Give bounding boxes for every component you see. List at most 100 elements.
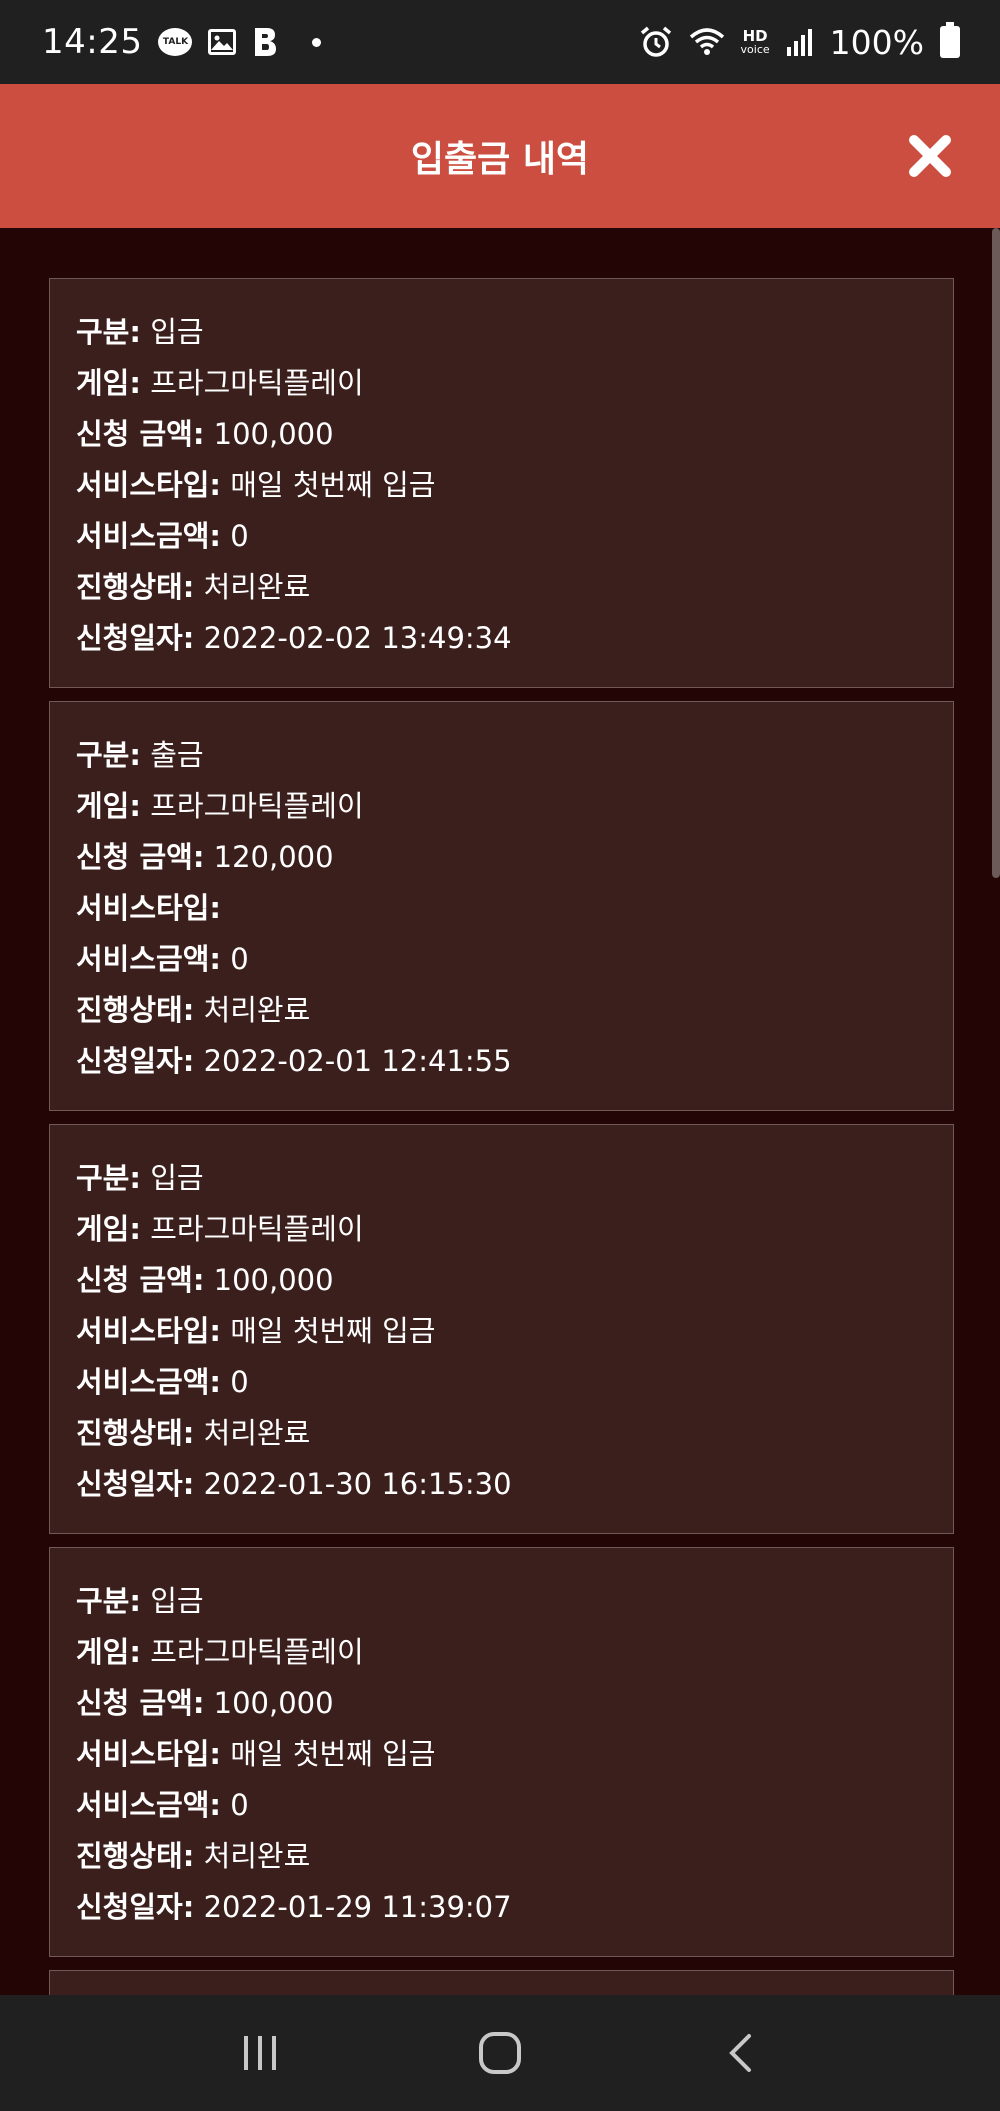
game-row: 게임: 프라그마틱플레이 — [76, 366, 364, 400]
type-label: 구분 — [76, 1584, 130, 1618]
date-row: 신청일자: 2022-02-01 12:41:55 — [76, 1044, 512, 1078]
service-type-row: 서비스타입: — [76, 891, 222, 925]
transaction-card: 구분: 출금 게임: 프라그마틱플레이 신청 금액: 120,000 서비스타입… — [49, 701, 954, 1111]
status-row: 진행상태: 처리완료 — [76, 1839, 311, 1873]
status-left: 14:25 TALK — [42, 22, 322, 62]
close-icon — [909, 135, 951, 177]
game-value: 프라그마틱플레이 — [150, 1212, 364, 1246]
date-label: 신청일자 — [76, 621, 183, 655]
transaction-list: 구분: 입금 게임: 프라그마틱플레이 신청 금액: 100,000 서비스타입… — [49, 278, 954, 2028]
notification-dot-icon — [312, 37, 322, 47]
date-row: 신청일자: 2022-02-02 13:49:34 — [76, 621, 512, 655]
service-type-value: 매일 첫번째 입금 — [230, 1314, 436, 1348]
recents-icon — [244, 2036, 276, 2070]
close-button[interactable] — [908, 134, 952, 178]
type-value: 출금 — [150, 738, 204, 772]
amount-label: 신청 금액 — [76, 840, 193, 874]
date-row: 신청일자: 2022-01-29 11:39:07 — [76, 1890, 512, 1924]
service-amount-value: 0 — [230, 519, 249, 553]
status-value: 처리완료 — [203, 993, 311, 1027]
home-icon — [479, 2032, 521, 2074]
wifi-icon — [689, 27, 725, 57]
service-amount-row: 서비스금액: 0 — [76, 1365, 249, 1399]
hd-voice-icon: HD voice — [740, 29, 770, 56]
status-label: 진행상태 — [76, 1416, 183, 1450]
service-type-row: 서비스타입: 매일 첫번째 입금 — [76, 468, 436, 502]
service-type-label: 서비스타입 — [76, 468, 210, 502]
amount-value: 100,000 — [213, 1686, 334, 1720]
recents-button[interactable] — [230, 2023, 290, 2083]
service-amount-row: 서비스금액: 0 — [76, 942, 249, 976]
page-title: 입출금 내역 — [410, 139, 590, 180]
status-row: 진행상태: 처리완료 — [76, 993, 311, 1027]
game-row: 게임: 프라그마틱플레이 — [76, 1635, 364, 1669]
type-row: 구분: 입금 — [76, 1584, 204, 1618]
date-label: 신청일자 — [76, 1467, 183, 1501]
service-amount-label: 서비스금액 — [76, 1365, 210, 1399]
date-value: 2022-02-02 13:49:34 — [203, 621, 512, 655]
type-value: 입금 — [150, 1584, 204, 1618]
home-button[interactable] — [470, 2023, 530, 2083]
date-value: 2022-01-30 16:15:30 — [203, 1467, 512, 1501]
status-value: 처리완료 — [203, 1839, 311, 1873]
game-label: 게임 — [76, 366, 130, 400]
status-value: 처리완료 — [203, 1416, 311, 1450]
status-row: 진행상태: 처리완료 — [76, 1416, 311, 1450]
status-right: HD voice 100% — [639, 22, 960, 62]
amount-value: 100,000 — [213, 1263, 334, 1297]
service-amount-value: 0 — [230, 942, 249, 976]
game-row: 게임: 프라그마틱플레이 — [76, 789, 364, 823]
type-row: 구분: 출금 — [76, 738, 204, 772]
transaction-card: 구분: 입금 게임: 프라그마틱플레이 신청 금액: 100,000 서비스타입… — [49, 1124, 954, 1534]
image-icon — [208, 29, 237, 55]
battery-percent: 100% — [829, 22, 924, 62]
game-label: 게임 — [76, 1212, 130, 1246]
talk-label: TALK — [158, 28, 193, 56]
amount-value: 100,000 — [213, 417, 334, 451]
amount-label: 신청 금액 — [76, 1263, 193, 1297]
amount-row: 신청 금액: 100,000 — [76, 417, 334, 451]
service-amount-row: 서비스금액: 0 — [76, 1788, 249, 1822]
status-label: 진행상태 — [76, 993, 183, 1027]
status-label: 진행상태 — [76, 1839, 183, 1873]
status-label: 진행상태 — [76, 570, 183, 604]
service-amount-value: 0 — [230, 1788, 249, 1822]
type-row: 구분: 입금 — [76, 315, 204, 349]
game-row: 게임: 프라그마틱플레이 — [76, 1212, 364, 1246]
game-value: 프라그마틱플레이 — [150, 789, 364, 823]
type-label: 구분 — [76, 738, 130, 772]
type-value: 입금 — [150, 315, 204, 349]
modal-header: 입출금 내역 — [0, 84, 1000, 228]
battery-icon — [940, 22, 960, 58]
service-amount-label: 서비스금액 — [76, 519, 210, 553]
service-type-label: 서비스타입 — [76, 891, 210, 925]
status-row: 진행상태: 처리완료 — [76, 570, 311, 604]
back-icon — [729, 2034, 751, 2072]
game-label: 게임 — [76, 1635, 130, 1669]
service-type-label: 서비스타입 — [76, 1737, 210, 1771]
status-value: 처리완료 — [203, 570, 311, 604]
kakaotalk-icon: TALK — [158, 28, 193, 56]
back-button[interactable] — [710, 2023, 770, 2083]
status-time: 14:25 — [42, 22, 143, 62]
date-value: 2022-02-01 12:41:55 — [203, 1044, 512, 1078]
service-type-label: 서비스타입 — [76, 1314, 210, 1348]
service-type-value: 매일 첫번째 입금 — [230, 1737, 436, 1771]
type-label: 구분 — [76, 1161, 130, 1195]
voice-label: voice — [740, 43, 770, 56]
amount-row: 신청 금액: 100,000 — [76, 1686, 334, 1720]
b-app-icon — [252, 26, 278, 58]
type-value: 입금 — [150, 1161, 204, 1195]
service-amount-label: 서비스금액 — [76, 942, 210, 976]
service-amount-label: 서비스금액 — [76, 1788, 210, 1822]
transaction-card: 구분: 입금 게임: 프라그마틱플레이 신청 금액: 100,000 서비스타입… — [49, 278, 954, 688]
service-amount-row: 서비스금액: 0 — [76, 519, 249, 553]
navigation-bar — [0, 1995, 1000, 2111]
date-row: 신청일자: 2022-01-30 16:15:30 — [76, 1467, 512, 1501]
date-label: 신청일자 — [76, 1890, 183, 1924]
type-row: 구분: 입금 — [76, 1161, 204, 1195]
scrollbar[interactable] — [992, 228, 1000, 878]
signal-icon — [786, 27, 814, 57]
transaction-card: 구분: 입금 게임: 프라그마틱플레이 신청 금액: 100,000 서비스타입… — [49, 1547, 954, 1957]
date-label: 신청일자 — [76, 1044, 183, 1078]
